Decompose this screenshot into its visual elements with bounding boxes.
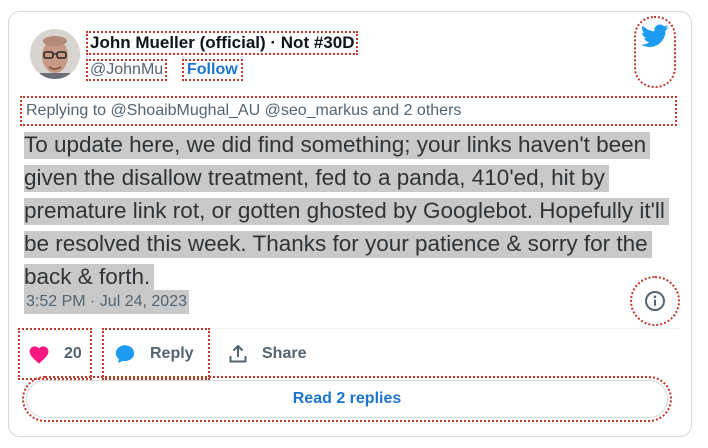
avatar-image <box>30 29 80 79</box>
info-icon <box>645 291 665 311</box>
follow-button[interactable]: Follow <box>182 59 243 81</box>
twitter-bird-icon <box>641 24 669 47</box>
author-name[interactable]: John Mueller (official) · Not #30D <box>85 31 359 55</box>
read-replies-label: Read 2 replies <box>292 390 402 407</box>
speech-bubble-icon <box>115 345 135 364</box>
replying-to[interactable]: Replying to @ShoaibMughal_AU @seo_markus… <box>20 96 677 126</box>
heart-icon <box>29 346 49 364</box>
avatar[interactable] <box>30 29 80 79</box>
tweet-text-content: To update here, we did find something; y… <box>24 132 669 291</box>
info-button[interactable] <box>630 276 680 326</box>
like-button[interactable]: 20 <box>18 328 92 380</box>
twitter-link[interactable] <box>634 16 676 88</box>
read-replies-pill[interactable]: Read 2 replies <box>26 380 668 418</box>
divider <box>18 328 678 329</box>
author-handle[interactable]: @JohnMu <box>85 59 168 81</box>
reply-button[interactable]: Reply <box>102 328 210 380</box>
read-replies-button[interactable]: Read 2 replies <box>22 376 672 422</box>
timestamp[interactable]: 3:52 PM · Jul 24, 2023 <box>24 290 189 314</box>
share-button[interactable]: Share <box>228 330 306 378</box>
tweet-text: To update here, we did find something; y… <box>24 128 674 293</box>
like-count: 20 <box>64 345 82 362</box>
share-label: Share <box>262 345 307 362</box>
share-upload-icon <box>229 345 247 363</box>
reply-label: Reply <box>150 345 194 362</box>
